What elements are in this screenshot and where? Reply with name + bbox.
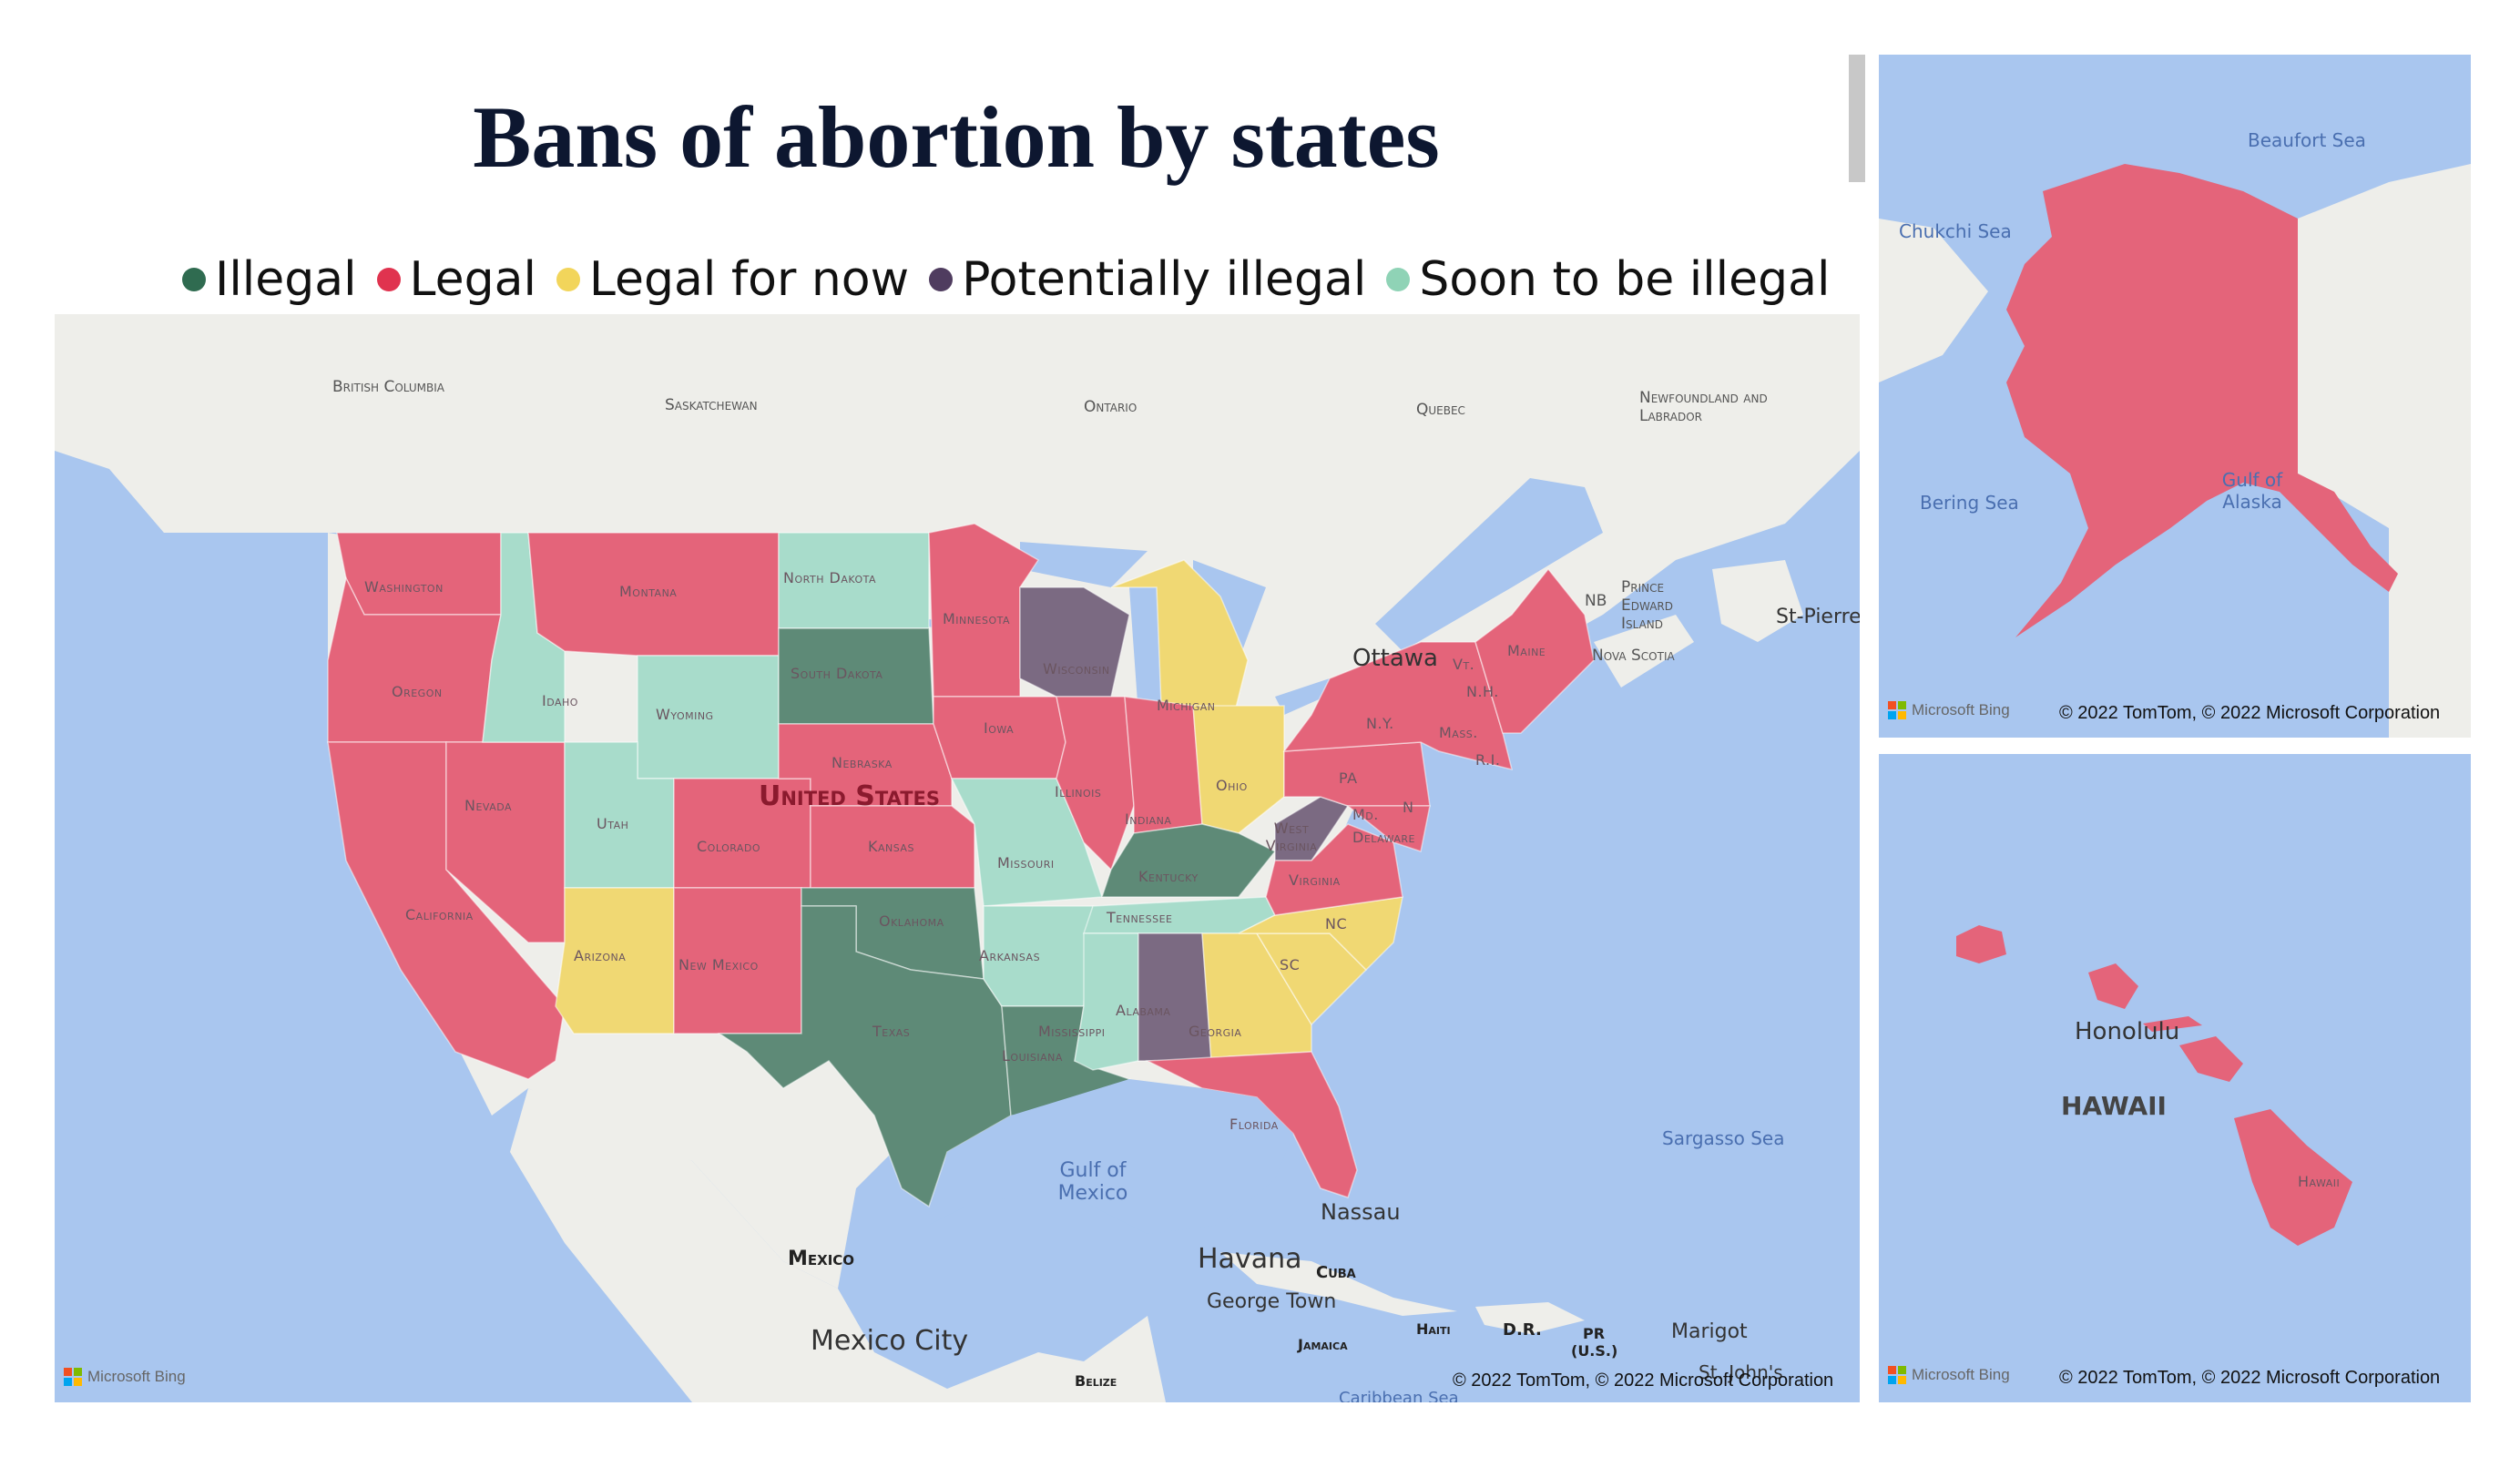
island-molokai[interactable] [2143,1016,2202,1032]
land-hispaniola [1475,1302,1585,1334]
microsoft-logo-icon [64,1368,82,1386]
state-iowa[interactable] [933,696,1066,779]
state-alabama[interactable] [1138,932,1212,1062]
legend-dot-legal-for-now [556,268,580,291]
state-indiana[interactable] [1124,696,1203,834]
state-pennsylvania[interactable] [1283,741,1431,807]
copyright-text: © 2022 TomTom, © 2022 Microsoft Corporat… [2059,1368,2441,1388]
legend-dot-potentially-illegal [929,268,954,291]
land-cuba [1220,1252,1457,1316]
state-new-mexico[interactable] [673,887,802,1034]
state-kansas[interactable] [810,805,975,889]
microsoft-logo-icon [1888,701,1906,719]
bing-attribution[interactable]: Microsoft Bing [1888,701,2010,719]
land-canada-north [2298,164,2471,738]
bing-label: Microsoft Bing [1912,701,2010,718]
alaska-map-svg [1879,164,2471,738]
alaska-map-panel[interactable]: Beaufort Sea Chukchi Sea Bering Sea Gulf… [1879,55,2471,738]
legend: Illegal Legal Legal for now Potentially … [182,248,1850,311]
hawaii-map-svg [1956,925,2352,1246]
bing-label: Microsoft Bing [87,1368,186,1385]
state-washington[interactable] [336,532,502,616]
island-hawaii[interactable] [2234,1109,2352,1246]
legend-item-illegal[interactable]: Illegal [182,252,357,307]
state-montana[interactable] [527,532,780,657]
bing-attribution[interactable]: Microsoft Bing [1888,1366,2010,1384]
legend-label-illegal: Illegal [215,252,357,307]
legend-item-legal-for-now[interactable]: Legal for now [556,252,909,307]
island-oahu[interactable] [2088,963,2138,1009]
island-kauai[interactable] [1956,925,2006,963]
legend-item-legal[interactable]: Legal [376,252,536,307]
legend-label-legal-for-now: Legal for now [588,252,910,307]
legend-label-legal: Legal [409,252,536,307]
legend-dot-legal [376,268,401,291]
state-wyoming[interactable] [637,655,780,779]
state-mississippi[interactable] [1074,932,1139,1071]
island-maui[interactable] [2179,1036,2243,1082]
hawaii-map-panel[interactable]: Honolulu HAWAII Hawaii Microsoft Bing © … [1879,754,2471,1402]
scrollbar[interactable] [1849,55,1865,182]
bing-attribution[interactable]: Microsoft Bing [64,1368,186,1386]
copyright-text: © 2022 TomTom, © 2022 Microsoft Corporat… [2059,703,2441,723]
legend-dot-soon-to-be-illegal [1386,268,1411,291]
legend-item-soon-to-be-illegal[interactable]: Soon to be illegal [1386,252,1830,307]
state-north-dakota[interactable] [778,532,930,629]
copyright-text: © 2022 TomTom, © 2022 Microsoft Corporat… [1453,1370,1834,1391]
microsoft-logo-icon [1888,1366,1906,1384]
legend-item-potentially-illegal[interactable]: Potentially illegal [929,252,1366,307]
page-title: Bans of abortion by states [473,88,1440,186]
legend-dot-illegal [182,268,206,291]
state-colorado[interactable] [673,778,811,889]
legend-label-soon-to-be-illegal: Soon to be illegal [1419,252,1831,307]
bing-label: Microsoft Bing [1912,1366,2010,1383]
state-arkansas[interactable] [983,905,1094,1007]
main-map-panel[interactable]: British Columbia Saskatchewan Ontario Qu… [55,314,1860,1402]
main-map-svg [55,314,1860,1402]
state-arizona[interactable] [555,887,675,1034]
land-newfoundland [1712,560,1803,642]
state-south-dakota[interactable] [778,627,934,725]
land-russia [1879,219,1988,382]
legend-label-potentially-illegal: Potentially illegal [962,252,1367,307]
land-nova-scotia [1594,615,1694,688]
